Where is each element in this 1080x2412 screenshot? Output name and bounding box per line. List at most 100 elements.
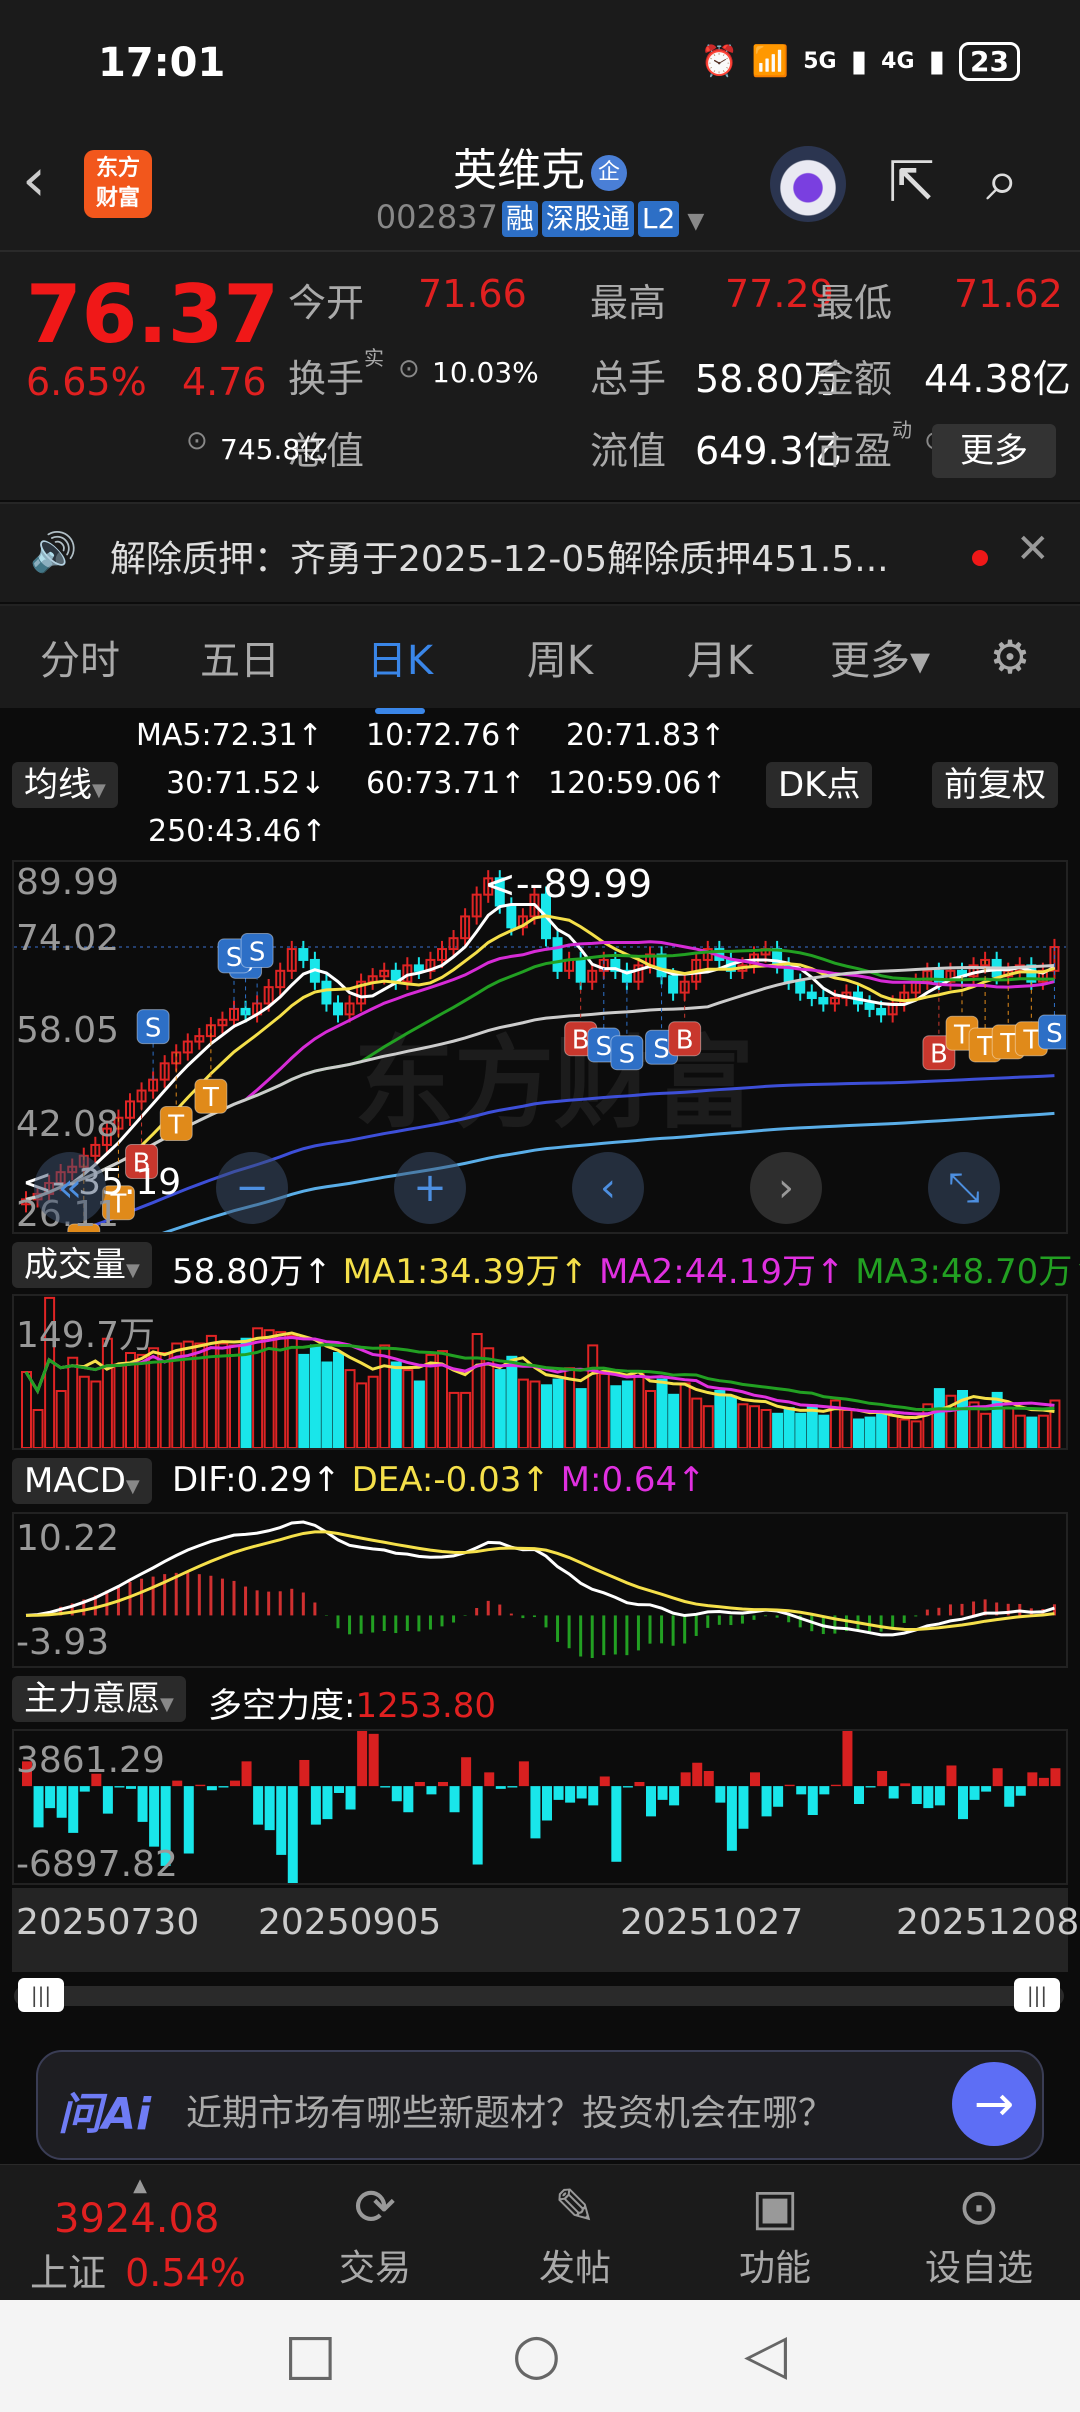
volume-bar [910, 1420, 922, 1450]
force-bar [958, 1786, 968, 1820]
volume-bar [853, 1418, 864, 1449]
macd-chart[interactable] [12, 1512, 1068, 1668]
force-bar [79, 1786, 90, 1792]
tab-intraday[interactable]: 分时 [0, 628, 160, 686]
more-button[interactable]: 更多 [932, 424, 1056, 478]
ma60-value: 60:73.71↑ [366, 766, 526, 801]
force-bar [842, 1726, 853, 1787]
force-value: 1253.80 [355, 1686, 497, 1726]
quote-value: 745.8亿 [220, 433, 329, 466]
vol-ma3: MA3:48.70万↑ [855, 1252, 1080, 1292]
notice-bar[interactable]: 🔊 解除质押：齐勇于2025-12-05解除质押451.5... ✕ [0, 502, 1080, 602]
share-icon[interactable]: ⇱ [888, 150, 935, 215]
signal-marker-label: S [1046, 1019, 1063, 1049]
pan-left-button[interactable]: ‹ [572, 1152, 644, 1224]
back-nav-icon[interactable]: ◁ [744, 2322, 787, 2387]
quote-label: 今开 [288, 281, 365, 325]
force-bar [518, 1761, 529, 1787]
volume-bar [55, 1390, 67, 1449]
volume-bar [679, 1382, 691, 1449]
volume-bar [159, 1352, 171, 1449]
force-bar [218, 1786, 229, 1788]
volume-bar [506, 1355, 518, 1449]
volume-bar [714, 1390, 726, 1449]
candle [864, 1002, 875, 1010]
nav-post[interactable]: ✎ 发帖 [500, 2175, 650, 2291]
volume-bar [725, 1395, 737, 1449]
range-handle-right[interactable]: ||| [1014, 1978, 1060, 2012]
chevron-down-icon: ▼ [687, 209, 705, 234]
volume-bar [691, 1397, 703, 1449]
dif-line [25, 1520, 1055, 1637]
status-time: 17:01 [98, 40, 226, 86]
force-tick: 3861.29 [16, 1740, 165, 1781]
quote-value: 71.66 [418, 272, 527, 316]
pan-right-button[interactable]: › [750, 1152, 822, 1224]
dk-point-button[interactable]: DK点 [766, 762, 873, 808]
tab-monthly-k[interactable]: 月K [640, 628, 800, 686]
force-bar [992, 1768, 1003, 1787]
candle [552, 937, 563, 972]
force-bar [1038, 1777, 1049, 1787]
main-force-selector[interactable]: 主力意愿▼ [12, 1676, 186, 1722]
tab-more[interactable]: 更多▾ [800, 628, 960, 686]
quote-label: 换手 [288, 357, 365, 401]
volume-chart[interactable] [12, 1294, 1068, 1450]
macd-dif: DIF:0.29↑ [172, 1460, 341, 1500]
index-widget[interactable]: ▲ 3924.08 上证 0.54% [30, 2175, 246, 2297]
ai-question-bar[interactable]: 问Ai 近期市场有哪些新题材？投资机会在哪？ → [36, 2050, 1044, 2160]
zoom-out-button[interactable]: − [216, 1152, 288, 1224]
nav-functions[interactable]: ▣ 功能 [700, 2175, 850, 2291]
signal-5g: 5G [803, 49, 837, 74]
gear-icon[interactable]: ⚙ [960, 630, 1060, 684]
chevron-down-icon: ▼ [126, 1260, 140, 1281]
close-icon[interactable]: ✕ [1016, 526, 1050, 572]
force-bar [33, 1786, 44, 1828]
arrow-right-icon[interactable]: → [952, 2062, 1036, 2146]
force-bar [530, 1786, 541, 1839]
enterprise-badge: 企 [591, 155, 627, 191]
date-label: 20251027 [620, 1902, 804, 1943]
force-bar [784, 1784, 795, 1787]
volume-bar [621, 1380, 633, 1449]
quote-value: 44.38亿 [924, 357, 1071, 401]
info-icon[interactable]: ⊙ [186, 426, 208, 456]
ma-selector[interactable]: 均线▼ [12, 762, 118, 808]
tab-weekly-k[interactable]: 周K [480, 628, 640, 686]
tab-5day[interactable]: 五日 [160, 628, 320, 686]
force-bar [807, 1786, 818, 1816]
volume-bar [21, 1371, 32, 1449]
rewind-button[interactable]: « [34, 1152, 106, 1224]
zoom-in-button[interactable]: + [394, 1152, 466, 1224]
macd-selector[interactable]: MACD▼ [12, 1458, 152, 1504]
tab-daily-k[interactable]: 日K [320, 628, 480, 714]
unread-dot [972, 550, 988, 566]
info-icon[interactable]: ⊙ [398, 354, 420, 384]
date-label: 20251208 [896, 1902, 1080, 1943]
volume-bar [633, 1371, 645, 1449]
robot-avatar[interactable] [770, 146, 846, 222]
force-bar [380, 1786, 391, 1788]
macd-tick: -3.93 [16, 1622, 110, 1663]
force-bar [276, 1786, 287, 1855]
nav-label: 发帖 [538, 2248, 611, 2289]
candle [668, 975, 679, 994]
force-bar [703, 1770, 714, 1787]
home-icon[interactable]: ○ [512, 2322, 561, 2387]
adjust-button[interactable]: 前复权 [932, 762, 1058, 808]
range-handle-left[interactable]: ||| [18, 1978, 64, 2012]
force-bar [403, 1786, 414, 1813]
fullscreen-icon[interactable]: ⤡ [928, 1152, 1000, 1224]
force-label: 多空力度: [208, 1686, 356, 1726]
nav-trade[interactable]: ⟳ 交易 [300, 2175, 450, 2291]
range-scrollbar[interactable]: ||| ||| [14, 1978, 1064, 2012]
nav-add-watchlist[interactable]: ⊙ 设自选 [904, 2175, 1054, 2291]
force-bar [102, 1786, 113, 1814]
force-bar [426, 1786, 437, 1795]
force-bar [634, 1781, 645, 1787]
volume-indicator-selector[interactable]: 成交量▼ [12, 1242, 152, 1288]
recents-icon[interactable]: □ [284, 2322, 337, 2387]
signal-icon: ▮ [928, 44, 946, 79]
stock-code: 002837 [375, 198, 498, 236]
search-icon[interactable]: ⌕ [986, 146, 1018, 215]
